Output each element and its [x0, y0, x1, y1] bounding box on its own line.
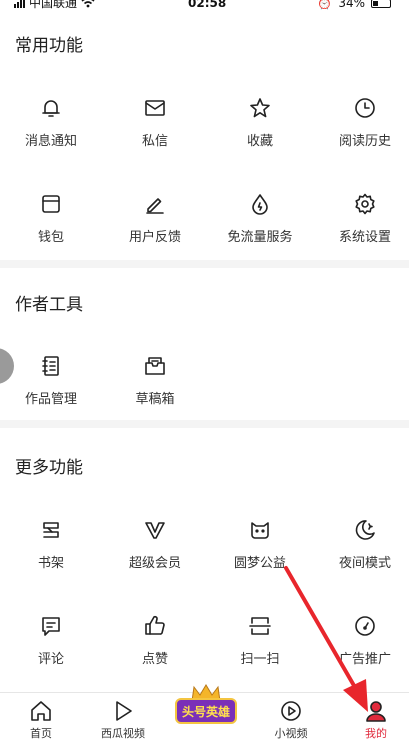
battery-icon	[371, 0, 391, 8]
menu-item-wallet[interactable]: 钱包	[0, 192, 102, 262]
thumbs-up-icon	[143, 614, 167, 638]
menu-item-label: 书架	[37, 556, 64, 571]
play-icon	[111, 699, 135, 723]
gauge-icon	[353, 614, 377, 638]
battery-label: 34%	[338, 0, 365, 10]
menu-item-charity[interactable]: 圆梦公益	[209, 518, 311, 588]
menu-item-label: 作品管理	[24, 392, 77, 407]
menu-item-label: 消息通知	[24, 134, 77, 149]
clock: 02:58	[188, 0, 227, 10]
bookshelf-icon	[39, 518, 63, 542]
small-video-icon	[279, 699, 303, 723]
menu-item-likes[interactable]: 点赞	[104, 614, 206, 684]
menu-item-label: 评论	[37, 652, 64, 667]
section-divider	[0, 260, 409, 268]
menu-item-messages[interactable]: 私信	[104, 96, 206, 166]
menu-item-label: 草稿箱	[135, 392, 175, 407]
bell-icon	[39, 96, 63, 120]
status-bar: 中国联通 02:58 ⏰ 34%	[0, 0, 409, 12]
menu-item-feedback[interactable]: 用户反馈	[104, 192, 206, 262]
tab-home[interactable]: 首页	[0, 693, 82, 742]
moon-icon	[353, 518, 377, 542]
menu-item-label: 阅读历史	[338, 134, 391, 149]
wifi-icon	[81, 0, 95, 8]
tab-label: 首页	[30, 727, 52, 740]
menu-item-scan[interactable]: 扫一扫	[209, 614, 311, 684]
menu-item-label: 广告推广	[338, 652, 391, 667]
star-icon	[248, 96, 272, 120]
edit-icon	[143, 192, 167, 216]
menu-item-label: 圆梦公益	[233, 556, 286, 571]
vip-icon	[143, 518, 167, 542]
notebook-icon	[39, 354, 63, 378]
clock-icon	[353, 96, 377, 120]
menu-item-label: 点赞	[141, 652, 168, 667]
gear-icon	[353, 192, 377, 216]
bottom-tab-bar: 首页 西瓜视频 头号英雄 小视频 我的	[0, 684, 409, 742]
carrier-label: 中国联通	[29, 0, 78, 10]
mail-icon	[143, 96, 167, 120]
hero-badge-label: 头号英雄	[182, 704, 230, 719]
menu-item-history[interactable]: 阅读历史	[314, 96, 409, 166]
menu-item-label: 免流量服务	[227, 230, 293, 245]
profile-icon	[364, 699, 388, 723]
tab-short-video[interactable]: 小视频	[250, 693, 332, 742]
section-title-common: 常用功能	[15, 36, 83, 56]
menu-item-label: 收藏	[246, 134, 273, 149]
status-right: ⏰ 34%	[317, 0, 391, 10]
menu-item-drafts[interactable]: 草稿箱	[104, 354, 206, 424]
drop-icon	[248, 192, 272, 216]
menu-item-label: 钱包	[37, 230, 64, 245]
tab-xigua-video[interactable]: 西瓜视频	[82, 693, 164, 742]
hero-badge-icon[interactable]: 头号英雄	[174, 683, 238, 729]
menu-item-works[interactable]: 作品管理	[0, 354, 102, 424]
carrier: 中国联通	[14, 0, 95, 10]
menu-item-label: 用户反馈	[128, 230, 181, 245]
menu-item-ad-promotion[interactable]: 广告推广	[314, 614, 409, 684]
home-icon	[29, 699, 53, 723]
inbox-icon	[143, 354, 167, 378]
menu-item-label: 私信	[141, 134, 168, 149]
menu-item-night-mode[interactable]: 夜间模式	[314, 518, 409, 588]
signal-icon	[14, 0, 25, 8]
menu-item-notifications[interactable]: 消息通知	[0, 96, 102, 166]
section-divider	[0, 420, 409, 428]
cat-icon	[248, 518, 272, 542]
comment-icon	[39, 614, 63, 638]
menu-item-comments[interactable]: 评论	[0, 614, 102, 684]
tab-label: 西瓜视频	[101, 727, 145, 740]
scan-icon	[248, 614, 272, 638]
menu-item-favorites[interactable]: 收藏	[209, 96, 311, 166]
menu-item-vip[interactable]: 超级会员	[104, 518, 206, 588]
menu-item-label: 超级会员	[128, 556, 181, 571]
menu-item-label: 系统设置	[338, 230, 391, 245]
menu-item-label: 扫一扫	[240, 652, 280, 667]
menu-item-bookshelf[interactable]: 书架	[0, 518, 102, 588]
alarm-icon: ⏰	[317, 0, 333, 10]
tab-label: 小视频	[274, 727, 308, 740]
menu-item-free-data[interactable]: 免流量服务	[209, 192, 311, 262]
wallet-icon	[39, 192, 63, 216]
section-title-author: 作者工具	[15, 295, 83, 315]
menu-item-settings[interactable]: 系统设置	[314, 192, 409, 262]
tab-profile[interactable]: 我的	[335, 693, 409, 742]
section-title-more: 更多功能	[15, 458, 83, 478]
tab-label: 我的	[365, 727, 387, 740]
menu-item-label: 夜间模式	[338, 556, 391, 571]
